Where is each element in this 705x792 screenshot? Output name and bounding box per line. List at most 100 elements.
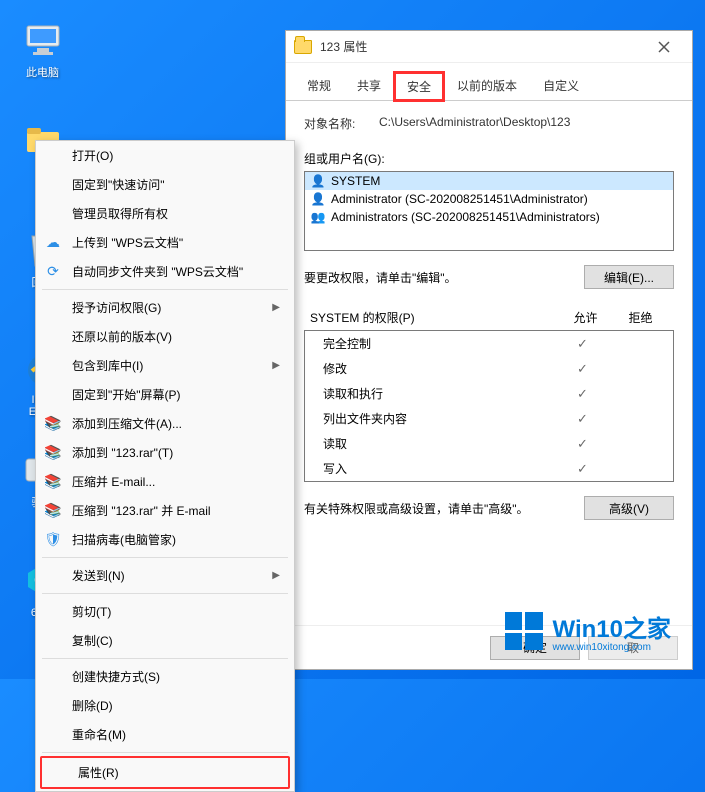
menu-delete[interactable]: 删除(D) (36, 691, 294, 720)
menu-admin-own[interactable]: 管理员取得所有权 (36, 199, 294, 228)
user-icon: 👤 (311, 192, 325, 206)
menu-label: 固定到"开始"屏幕(P) (72, 386, 181, 403)
menu-label: 添加到压缩文件(A)... (72, 415, 182, 432)
menu-separator (42, 593, 288, 594)
menu-separator (42, 557, 288, 558)
tab-prev-versions[interactable]: 以前的版本 (444, 71, 530, 100)
allow-check: ✓ (555, 411, 610, 427)
user-name: SYSTEM (331, 174, 380, 188)
menu-properties[interactable]: 属性(R) (40, 756, 290, 789)
archive-icon: 📚 (44, 444, 62, 462)
menu-label: 还原以前的版本(V) (72, 328, 172, 345)
watermark: Win10之家 www.win10xitong.com (505, 609, 671, 653)
deny-header: 拒绝 (613, 309, 668, 326)
tab-custom[interactable]: 自定义 (530, 71, 592, 100)
menu-separator (42, 289, 288, 290)
menu-label: 属性(R) (78, 764, 119, 781)
menu-include-lib[interactable]: 包含到库中(I) ▶ (36, 351, 294, 380)
properties-dialog: 123 属性 常规 共享 安全 以前的版本 自定义 对象名称: C:\Users… (285, 30, 693, 670)
object-name-label: 对象名称: (304, 115, 379, 132)
tab-security[interactable]: 安全 (394, 72, 444, 101)
menu-label: 压缩到 "123.rar" 并 E-mail (72, 502, 211, 519)
tab-general[interactable]: 常规 (294, 71, 344, 100)
edit-note: 要更改权限，请单击"编辑"。 (304, 269, 584, 286)
menu-label: 发送到(N) (72, 567, 125, 584)
archive-icon: 📚 (44, 502, 62, 520)
allow-check: ✓ (555, 436, 610, 452)
menu-upload-wps[interactable]: ☁ 上传到 "WPS云文档" (36, 228, 294, 257)
desktop-icon-this-pc[interactable]: 此电脑 (10, 20, 75, 80)
menu-pin-start[interactable]: 固定到"开始"屏幕(P) (36, 380, 294, 409)
permission-row: 写入 ✓ (305, 456, 673, 481)
menu-scan-virus[interactable]: 🛡扫描病毒(电脑管家) (36, 525, 294, 554)
permission-name: 修改 (323, 360, 555, 377)
permission-name: 列出文件夹内容 (323, 410, 555, 427)
tab-share[interactable]: 共享 (344, 71, 394, 100)
allow-check: ✓ (555, 361, 610, 377)
menu-label: 授予访问权限(G) (72, 299, 161, 316)
menu-sync-wps[interactable]: ⟳ 自动同步文件夹到 "WPS云文档" (36, 257, 294, 286)
menu-rename[interactable]: 重命名(M) (36, 720, 294, 749)
menu-label: 添加到 "123.rar"(T) (72, 444, 173, 461)
menu-label: 自动同步文件夹到 "WPS云文档" (72, 263, 243, 280)
object-name-value: C:\Users\Administrator\Desktop\123 (379, 115, 674, 132)
sync-icon: ⟳ (44, 263, 62, 281)
cloud-up-icon: ☁ (44, 234, 62, 252)
permission-name: 写入 (323, 460, 555, 477)
allow-header: 允许 (558, 309, 613, 326)
menu-cut[interactable]: 剪切(T) (36, 597, 294, 626)
permissions-list[interactable]: 完全控制 ✓ 修改 ✓ 读取和执行 ✓ 列出文件夹内容 ✓ (304, 330, 674, 482)
archive-icon: 📚 (44, 473, 62, 491)
context-menu: 打开(O) 固定到"快速访问" 管理员取得所有权 ☁ 上传到 "WPS云文档" … (35, 140, 295, 792)
folder-icon (294, 40, 312, 54)
menu-label: 固定到"快速访问" (72, 176, 165, 193)
titlebar[interactable]: 123 属性 (286, 31, 692, 63)
menu-label: 压缩并 E-mail... (72, 473, 155, 490)
close-button[interactable] (644, 34, 684, 60)
menu-label: 上传到 "WPS云文档" (72, 234, 183, 251)
edit-button[interactable]: 编辑(E)... (584, 265, 674, 289)
advanced-note: 有关特殊权限或高级设置，请单击"高级"。 (304, 500, 584, 517)
dialog-body: 对象名称: C:\Users\Administrator\Desktop\123… (286, 101, 692, 534)
user-name: Administrators (SC-202008251451\Administ… (331, 210, 600, 224)
user-item-administrators[interactable]: 👥 Administrators (SC-202008251451\Admini… (305, 208, 673, 226)
computer-icon (23, 20, 63, 60)
menu-label: 剪切(T) (72, 603, 111, 620)
menu-compress-email[interactable]: 📚 压缩并 E-mail... (36, 467, 294, 496)
user-icon: 👤 (311, 174, 325, 188)
menu-create-shortcut[interactable]: 创建快捷方式(S) (36, 662, 294, 691)
menu-restore-prev[interactable]: 还原以前的版本(V) (36, 322, 294, 351)
menu-send-to[interactable]: 发送到(N)▶ (36, 561, 294, 590)
permission-row: 读取 ✓ (305, 431, 673, 456)
menu-label: 重命名(M) (72, 726, 126, 743)
menu-copy[interactable]: 复制(C) (36, 626, 294, 655)
user-item-administrator[interactable]: 👤 Administrator (SC-202008251451\Adminis… (305, 190, 673, 208)
chevron-right-icon: ▶ (272, 360, 280, 371)
menu-label: 打开(O) (72, 147, 113, 164)
allow-check: ✓ (555, 336, 610, 352)
permission-row: 修改 ✓ (305, 356, 673, 381)
menu-pin-quick[interactable]: 固定到"快速访问" (36, 170, 294, 199)
menu-label: 扫描病毒(电脑管家) (72, 531, 176, 548)
chevron-right-icon: ▶ (272, 302, 280, 313)
advanced-button[interactable]: 高级(V) (584, 496, 674, 520)
menu-label: 管理员取得所有权 (72, 205, 168, 222)
menu-add-rar[interactable]: 📚 添加到 "123.rar"(T) (36, 438, 294, 467)
menu-label: 复制(C) (72, 632, 113, 649)
permission-row: 完全控制 ✓ (305, 331, 673, 356)
menu-open[interactable]: 打开(O) (36, 141, 294, 170)
group-users-label: 组或用户名(G): (304, 150, 674, 167)
menu-separator (42, 752, 288, 753)
menu-add-archive[interactable]: 📚添加到压缩文件(A)... (36, 409, 294, 438)
user-item-system[interactable]: 👤 SYSTEM (305, 172, 673, 190)
permission-row: 列出文件夹内容 ✓ (305, 406, 673, 431)
permission-row: 读取和执行 ✓ (305, 381, 673, 406)
permission-name: 完全控制 (323, 335, 555, 352)
user-list[interactable]: 👤 SYSTEM 👤 Administrator (SC-20200825145… (304, 171, 674, 251)
menu-compress-rar-email[interactable]: 📚 压缩到 "123.rar" 并 E-mail (36, 496, 294, 525)
allow-check: ✓ (555, 386, 610, 402)
permission-name: 读取 (323, 435, 555, 452)
close-icon (658, 41, 670, 53)
menu-label: 包含到库中(I) (72, 357, 143, 374)
menu-grant-access[interactable]: 授予访问权限(G) ▶ (36, 293, 294, 322)
